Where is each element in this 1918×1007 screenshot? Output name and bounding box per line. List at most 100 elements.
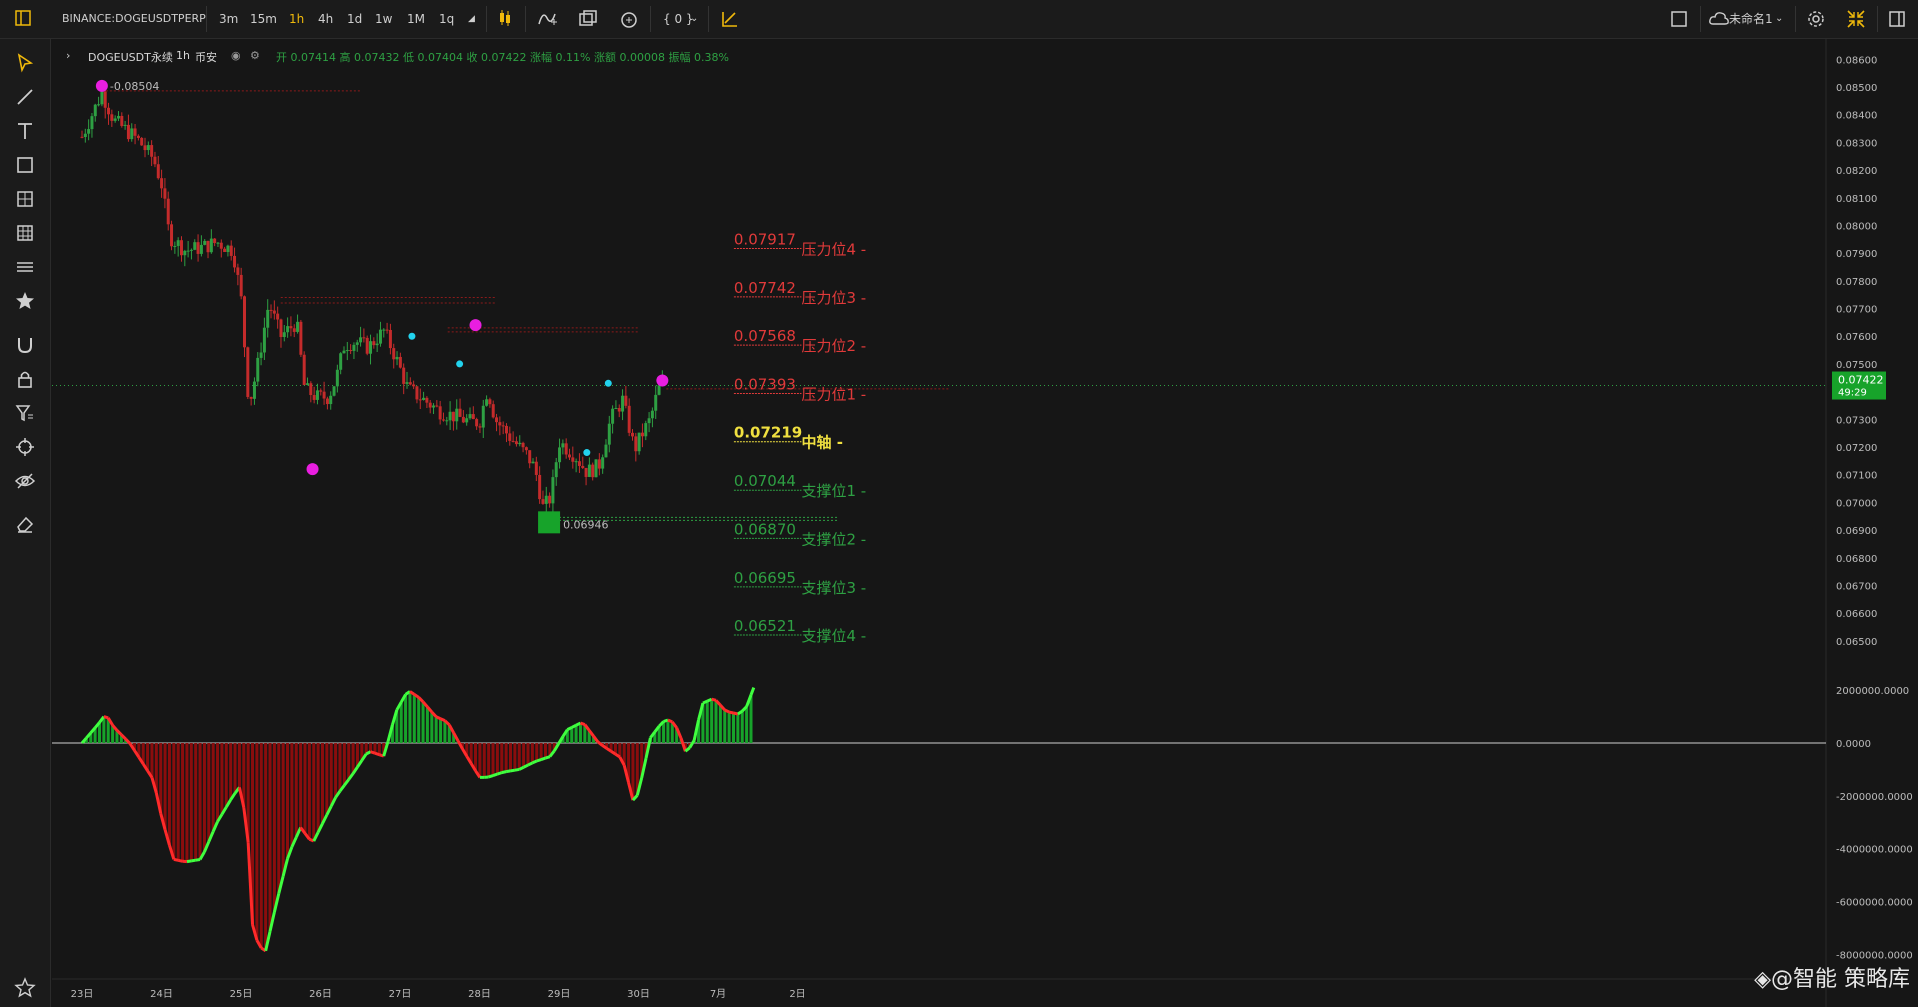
candle-body (239, 274, 243, 297)
osc-line-segment (435, 715, 442, 721)
candle-body (369, 341, 373, 354)
candle-body (312, 395, 316, 400)
amplitude-label: 振幅 (668, 51, 691, 64)
time-tick-label: 24日 (150, 989, 173, 1000)
osc-line-segment (536, 758, 542, 763)
candle-body (259, 352, 263, 358)
candle-body (425, 397, 429, 403)
change-pct-value: 0.11% (555, 51, 591, 64)
candle-body (306, 383, 310, 385)
candle-body (548, 495, 552, 504)
level-label: 压力位3 - (801, 289, 866, 307)
candle-body (418, 399, 422, 401)
chart-canvas[interactable]: 0.08600 0.08500 0.08400 0.08300 0.08200 0.081… (0, 0, 1918, 1007)
candle-body (577, 461, 581, 466)
candle-body (432, 405, 436, 408)
osc-line-segment (667, 718, 673, 724)
candle-body (604, 444, 608, 458)
candle-body (508, 433, 512, 441)
legend-eye-icon[interactable]: ◉ (231, 49, 241, 62)
countdown-label: 49:29 (1838, 388, 1867, 399)
candle-body (120, 115, 124, 126)
candle-body (461, 416, 465, 423)
candle-body (435, 405, 439, 407)
osc-line-segment (527, 761, 534, 767)
legend-expand-icon[interactable]: › (66, 49, 70, 62)
candle-body (229, 245, 233, 256)
candle-body (617, 408, 621, 412)
candle-body (183, 250, 187, 256)
candle-body (262, 327, 266, 353)
low-value: 0.07404 (417, 51, 464, 64)
osc-line-segment (545, 755, 551, 760)
osc-line-segment (531, 759, 538, 765)
candle-body (113, 118, 117, 121)
level-label: 支撑位4 - (801, 627, 866, 645)
candle-body (438, 406, 442, 420)
high-label: 高 (339, 51, 351, 64)
legend-exchange: 币安 (195, 51, 217, 64)
candle-body (498, 422, 502, 426)
candle-body (100, 91, 104, 105)
candle-body (528, 450, 532, 464)
legend-settings-icon[interactable]: ⚙ (250, 49, 260, 62)
osc-line-segment (103, 715, 109, 720)
candle-body (398, 356, 402, 368)
candle-body (587, 464, 591, 477)
level-value: 0.07393 (734, 376, 796, 394)
candle-body (272, 310, 276, 314)
level-label: 压力位4 - (801, 240, 866, 258)
candle-body (650, 410, 654, 419)
osc-tick-label: 2000000.0000 (1836, 686, 1909, 697)
candle-body (458, 408, 462, 417)
candle-body (282, 332, 286, 338)
plot-area (52, 39, 1826, 979)
candle-body (594, 459, 598, 478)
candle-body (166, 198, 170, 225)
candle-body (611, 408, 615, 424)
candle-body (249, 396, 253, 399)
candle-body (213, 238, 217, 244)
level-value: 0.07219 (734, 424, 802, 442)
candle-body (631, 432, 635, 437)
legend-interval: 1h (176, 49, 190, 62)
osc-line-segment (505, 769, 511, 774)
candle-body (441, 419, 445, 421)
candle-body (126, 124, 130, 140)
osc-line-segment (702, 699, 708, 705)
magenta-marker (306, 463, 319, 476)
candle-body (329, 395, 333, 405)
osc-line-segment (724, 708, 730, 714)
osc-line-segment (492, 772, 498, 777)
candle-body (103, 91, 107, 108)
candle-body (481, 405, 485, 428)
legend-title: DOGEUSDT永续 (88, 51, 173, 64)
candle-body (412, 384, 416, 387)
osc-line-segment (663, 718, 669, 723)
price-tick-label: 0.08200 (1836, 166, 1877, 177)
level-value: 0.06695 (734, 569, 796, 587)
low-label: 低 (403, 51, 414, 64)
candle-body (574, 461, 578, 463)
candle-body (136, 135, 140, 138)
candle-body (345, 350, 349, 352)
magenta-marker (95, 79, 108, 92)
candle-body (150, 145, 154, 157)
candle-body (163, 188, 167, 199)
candle-body (299, 321, 303, 355)
osc-line-segment (522, 763, 529, 769)
osc-line-segment (711, 697, 717, 702)
osc-line-segment (540, 756, 546, 761)
candle-body (143, 145, 147, 151)
candle-body (524, 447, 528, 451)
candle-body (196, 242, 200, 254)
candle-body (584, 467, 588, 477)
osc-line-segment (728, 710, 734, 715)
price-tick-label: 0.06900 (1836, 526, 1877, 537)
price-tick-label: 0.08300 (1836, 138, 1877, 149)
candle-body (422, 397, 426, 400)
candle-body (654, 394, 658, 411)
candle-body (521, 442, 525, 448)
candle-body (322, 391, 326, 399)
candle-body (501, 425, 505, 427)
